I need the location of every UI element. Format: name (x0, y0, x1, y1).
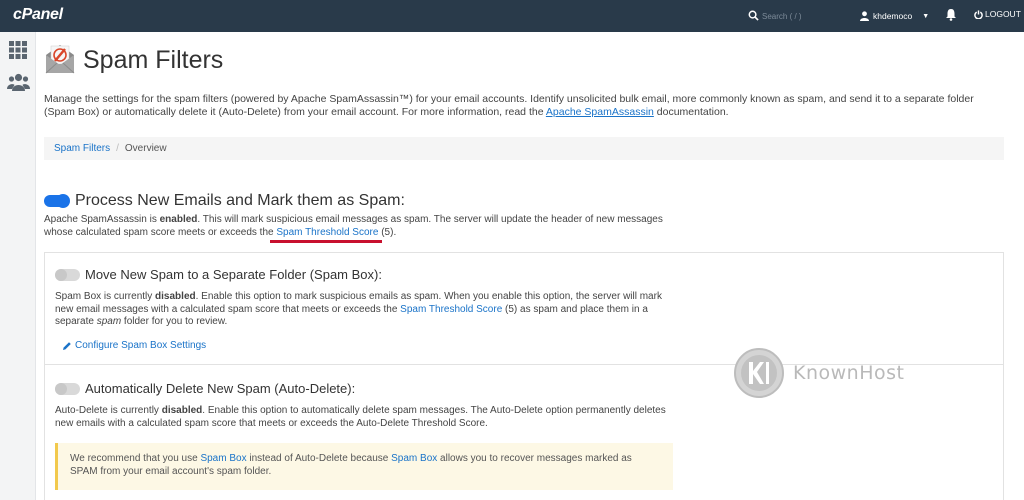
alert-spam-box-link-2[interactable]: Spam Box (391, 453, 437, 464)
process-text-3: (5). (378, 226, 397, 238)
user-icon (860, 11, 869, 21)
recommendation-alert: We recommend that you use Spam Box inste… (55, 443, 673, 490)
spam-box-description: Spam Box is currently disabled. Enable t… (55, 291, 675, 329)
spam-box-text: Spam Box is currently (55, 291, 156, 302)
process-description: Apache SpamAssassin is enabled. This wil… (44, 214, 684, 239)
apache-spamassassin-link[interactable]: Apache SpamAssassin (546, 106, 654, 118)
spam-threshold-score-link[interactable]: Spam Threshold Score (276, 227, 378, 238)
grid-icon[interactable] (9, 41, 27, 59)
auto-delete-title: Automatically Delete New Spam (Auto-Dele… (85, 381, 356, 396)
breadcrumb: Spam Filters / Overview (44, 137, 1004, 160)
breadcrumb-current: Overview (124, 143, 167, 154)
configure-spam-box-label: Configure Spam Box Settings (75, 340, 207, 351)
toggle-knob (57, 195, 69, 207)
process-text: Apache SpamAssassin is (44, 214, 160, 225)
alert-spam-box-link[interactable]: Spam Box (200, 453, 246, 464)
spam-box-title: Move New Spam to a Separate Folder (Spam… (85, 267, 382, 282)
search-input[interactable] (762, 8, 842, 24)
configure-spam-box-link[interactable]: Configure Spam Box Settings (62, 340, 206, 351)
envelope-icon (45, 45, 75, 74)
page-description: Manage the settings for the spam filters… (44, 93, 1004, 119)
toggle-knob (55, 383, 67, 395)
cpanel-logo[interactable]: cPanel (13, 6, 63, 24)
pencil-icon (63, 341, 71, 350)
chevron-down-icon: ▼ (922, 12, 930, 20)
alert-text: We recommend that you use (70, 453, 201, 464)
alert-text-2: instead of Auto-Delete because (246, 453, 392, 464)
knownhost-watermark: KnownHost (733, 347, 904, 399)
power-icon (974, 9, 983, 19)
process-section-title: Process New Emails and Mark them as Spam… (75, 192, 405, 209)
spam-box-italic: spam (96, 316, 122, 327)
auto-delete-toggle[interactable] (55, 383, 80, 395)
username-label: khdemoco (873, 11, 913, 21)
logout-button[interactable]: LOGOUT (974, 9, 1021, 19)
breadcrumb-separator: / (116, 143, 119, 154)
breadcrumb-spam-filters[interactable]: Spam Filters (54, 143, 110, 154)
logout-label: LOGOUT (985, 9, 1021, 19)
process-spam-toggle[interactable] (44, 195, 69, 207)
auto-delete-text: Auto-Delete is currently (55, 405, 162, 416)
auto-delete-description: Auto-Delete is currently disabled. Enabl… (55, 405, 685, 430)
knownhost-logo-icon (734, 348, 784, 398)
spam-box-threshold-link[interactable]: Spam Threshold Score (400, 304, 502, 315)
search-icon[interactable] (748, 10, 759, 21)
toggle-knob (55, 269, 67, 281)
bell-icon[interactable] (945, 8, 957, 21)
spam-box-status: disabled (155, 291, 196, 302)
auto-delete-status: disabled (161, 405, 203, 416)
spam-box-toggle[interactable] (55, 269, 80, 281)
description-text: Manage the settings for the spam filters… (44, 93, 974, 118)
sidebar (0, 32, 36, 500)
page-title: Spam Filters (83, 46, 224, 74)
spam-box-text-4: folder for you to review. (121, 316, 228, 327)
user-menu[interactable]: khdemoco ▼ (860, 9, 929, 23)
process-status: enabled (159, 214, 198, 225)
description-text-end: documentation. (653, 106, 729, 118)
users-icon[interactable] (7, 73, 30, 91)
knownhost-watermark-text: KnownHost (793, 362, 905, 384)
top-navbar: cPanel khdemoco ▼ LOGOUT (0, 0, 1024, 32)
highlight-underline (270, 240, 382, 243)
